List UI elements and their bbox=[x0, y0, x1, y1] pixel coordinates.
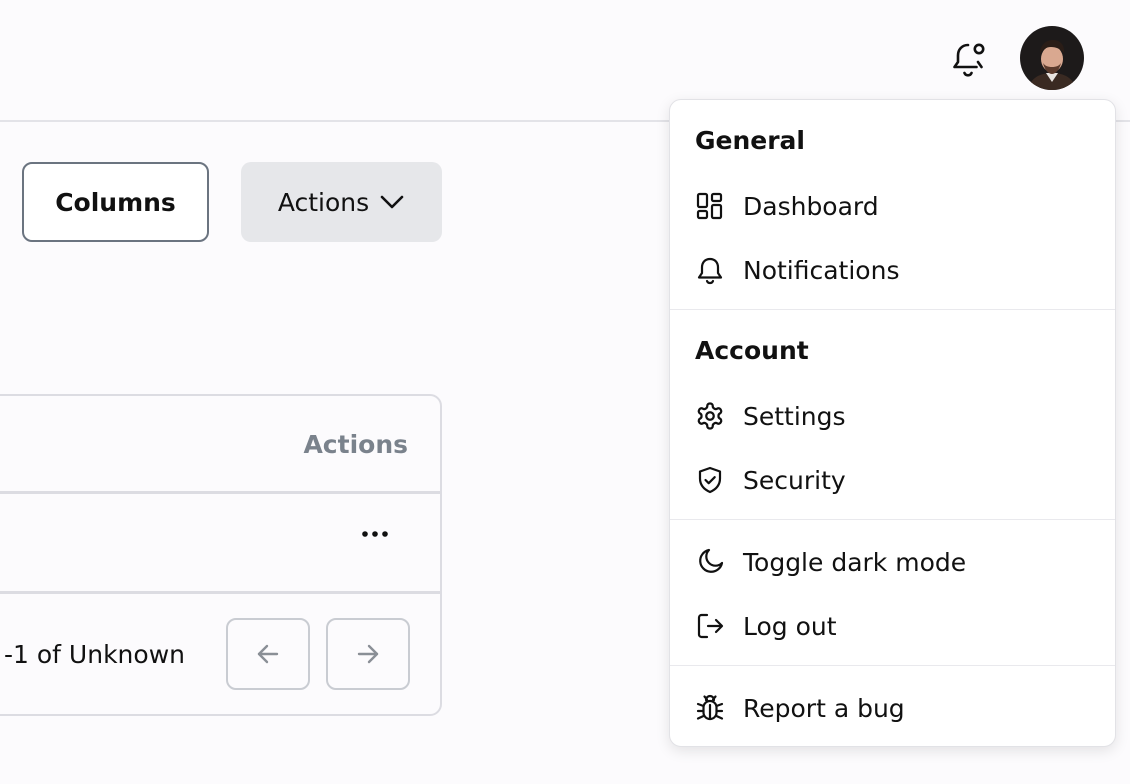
gear-icon bbox=[695, 401, 725, 431]
previous-page-button[interactable] bbox=[226, 618, 310, 690]
actions-dropdown-button[interactable]: Actions bbox=[241, 162, 442, 242]
bell-with-dot-icon bbox=[953, 43, 985, 77]
column-header-actions: Actions bbox=[303, 430, 408, 459]
columns-button-label: Columns bbox=[55, 187, 176, 217]
row-actions-menu-button[interactable] bbox=[360, 524, 390, 544]
bug-icon bbox=[695, 693, 725, 723]
menu-item-label: Settings bbox=[743, 401, 846, 431]
header-divider bbox=[0, 491, 440, 494]
pagination-status: -1 of Unknown bbox=[4, 640, 185, 669]
columns-button[interactable]: Columns bbox=[22, 162, 209, 242]
menu-item-label: Toggle dark mode bbox=[743, 547, 967, 577]
app-root: Columns Actions Actions -1 of Unknown Ge… bbox=[0, 0, 1130, 784]
menu-item-label: Notifications bbox=[743, 255, 900, 285]
user-menu-dropdown: General Dashboard Notifications Account … bbox=[669, 99, 1116, 747]
menu-item-label: Security bbox=[743, 465, 846, 495]
next-page-button[interactable] bbox=[326, 618, 410, 690]
layout-grid-icon bbox=[695, 191, 725, 221]
logout-icon bbox=[695, 611, 725, 641]
shield-check-icon bbox=[695, 465, 725, 495]
bell-icon bbox=[695, 255, 725, 285]
menu-section-general: General bbox=[695, 126, 805, 155]
avatar-image bbox=[1020, 26, 1084, 90]
menu-item-label: Report a bug bbox=[743, 693, 905, 723]
data-table: Actions -1 of Unknown bbox=[0, 394, 442, 716]
menu-item-toggle-dark-mode[interactable]: Toggle dark mode bbox=[670, 534, 1115, 590]
footer-divider bbox=[0, 591, 440, 594]
arrow-right-icon bbox=[357, 644, 379, 664]
more-horizontal-icon bbox=[362, 531, 388, 537]
menu-item-settings[interactable]: Settings bbox=[670, 388, 1115, 444]
menu-divider bbox=[670, 519, 1115, 520]
menu-item-security[interactable]: Security bbox=[670, 452, 1115, 508]
user-avatar[interactable] bbox=[1020, 26, 1084, 90]
menu-item-dashboard[interactable]: Dashboard bbox=[670, 178, 1115, 234]
menu-item-label: Log out bbox=[743, 611, 837, 641]
notifications-button[interactable] bbox=[946, 36, 990, 80]
chevron-down-icon bbox=[380, 195, 404, 209]
menu-item-notifications[interactable]: Notifications bbox=[670, 242, 1115, 298]
menu-item-log-out[interactable]: Log out bbox=[670, 598, 1115, 654]
menu-item-report-bug[interactable]: Report a bug bbox=[670, 680, 1115, 736]
moon-icon bbox=[695, 547, 725, 577]
arrow-left-icon bbox=[257, 644, 279, 664]
menu-item-label: Dashboard bbox=[743, 191, 879, 221]
menu-divider bbox=[670, 665, 1115, 666]
menu-divider bbox=[670, 309, 1115, 310]
actions-button-label: Actions bbox=[277, 187, 370, 217]
menu-section-account: Account bbox=[695, 336, 809, 365]
